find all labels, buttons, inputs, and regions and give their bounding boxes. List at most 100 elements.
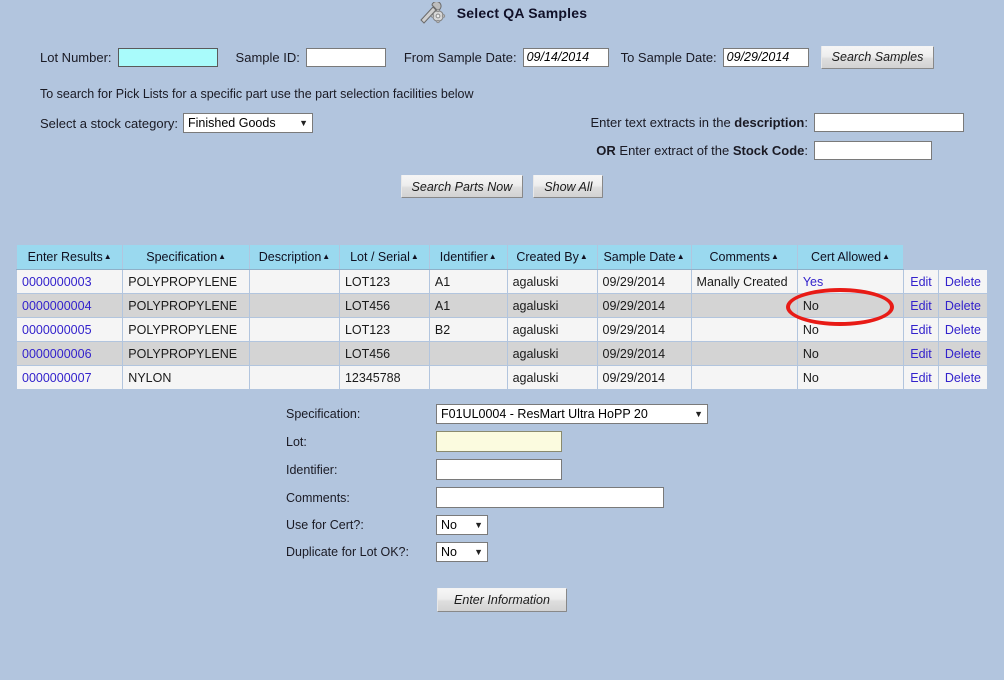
enter-results-link[interactable]: 0000000003 bbox=[22, 275, 92, 289]
edit-link[interactable]: Edit bbox=[910, 323, 932, 337]
form-row-duplicate-for-lot: Duplicate for Lot OK?: No ▼ bbox=[286, 542, 1004, 562]
cell-enter-results[interactable]: 0000000005 bbox=[17, 318, 123, 342]
cell-enter-results[interactable]: 0000000007 bbox=[17, 366, 123, 390]
cell-edit[interactable]: Edit bbox=[904, 294, 939, 318]
cell-identifier: A1 bbox=[429, 294, 507, 318]
cell-specification: POLYPROPYLENE bbox=[123, 342, 250, 366]
cell-delete[interactable]: Delete bbox=[938, 294, 987, 318]
stock-category-select[interactable]: Finished Goods ▼ bbox=[183, 113, 313, 133]
from-sample-date-input[interactable] bbox=[523, 48, 609, 67]
cell-comments bbox=[691, 294, 797, 318]
cell-sample-date: 09/29/2014 bbox=[597, 294, 691, 318]
edit-link[interactable]: Edit bbox=[910, 299, 932, 313]
enter-information-button[interactable]: Enter Information bbox=[437, 588, 567, 612]
column-header-created-by[interactable]: Created By▲ bbox=[507, 245, 597, 270]
identifier-label: Identifier: bbox=[286, 463, 436, 477]
duplicate-for-lot-select[interactable]: No ▼ bbox=[436, 542, 488, 562]
cert-allowed-link[interactable]: Yes bbox=[803, 275, 823, 289]
column-header-enter-results[interactable]: Enter Results▲ bbox=[17, 245, 123, 270]
cell-edit[interactable]: Edit bbox=[904, 318, 939, 342]
sort-asc-icon: ▲ bbox=[580, 252, 588, 261]
cell-edit[interactable]: Edit bbox=[904, 342, 939, 366]
enter-results-link[interactable]: 0000000006 bbox=[22, 347, 92, 361]
cell-comments bbox=[691, 342, 797, 366]
search-parts-now-button[interactable]: Search Parts Now bbox=[401, 175, 524, 198]
cell-delete[interactable]: Delete bbox=[938, 366, 987, 390]
cell-specification: POLYPROPYLENE bbox=[123, 270, 250, 294]
cell-description bbox=[250, 294, 340, 318]
cell-edit[interactable]: Edit bbox=[904, 270, 939, 294]
description-extract-input[interactable] bbox=[814, 113, 964, 132]
column-header-sample-date[interactable]: Sample Date▲ bbox=[597, 245, 691, 270]
stock-category-value: Finished Goods bbox=[188, 116, 276, 130]
cell-description bbox=[250, 342, 340, 366]
sort-asc-icon: ▲ bbox=[218, 252, 226, 261]
column-header-delete-spacer bbox=[938, 245, 987, 270]
lot-number-input[interactable] bbox=[118, 48, 218, 67]
use-for-cert-label: Use for Cert?: bbox=[286, 518, 436, 532]
cell-enter-results[interactable]: 0000000004 bbox=[17, 294, 123, 318]
form-row-identifier: Identifier: bbox=[286, 459, 1004, 480]
cell-created-by: agaluski bbox=[507, 318, 597, 342]
cell-delete[interactable]: Delete bbox=[938, 318, 987, 342]
cell-lot-serial: LOT123 bbox=[339, 270, 429, 294]
column-header-description[interactable]: Description▲ bbox=[250, 245, 340, 270]
delete-link[interactable]: Delete bbox=[945, 299, 981, 313]
column-header-comments[interactable]: Comments▲ bbox=[691, 245, 797, 270]
cell-cert-allowed[interactable]: Yes bbox=[797, 270, 903, 294]
search-samples-button[interactable]: Search Samples bbox=[821, 46, 935, 69]
comments-input[interactable] bbox=[436, 487, 664, 508]
cell-enter-results[interactable]: 0000000003 bbox=[17, 270, 123, 294]
cell-created-by: agaluski bbox=[507, 294, 597, 318]
cell-edit[interactable]: Edit bbox=[904, 366, 939, 390]
specification-select[interactable]: F01UL0004 - ResMart Ultra HoPP 20 ▼ bbox=[436, 404, 708, 424]
table-row: 0000000005 POLYPROPYLENE LOT123 B2 agalu… bbox=[17, 318, 988, 342]
specification-label: Specification: bbox=[286, 407, 436, 421]
cell-comments: Manally Created bbox=[691, 270, 797, 294]
stock-code-extract-input[interactable] bbox=[814, 141, 932, 160]
edit-link[interactable]: Edit bbox=[910, 275, 932, 289]
column-header-specification[interactable]: Specification▲ bbox=[123, 245, 250, 270]
to-sample-date-label: To Sample Date: bbox=[621, 50, 717, 65]
extract-fields: Enter text extracts in the description: … bbox=[591, 113, 965, 160]
form-row-lot: Lot: bbox=[286, 431, 1004, 452]
identifier-input[interactable] bbox=[436, 459, 562, 480]
edit-link[interactable]: Edit bbox=[910, 347, 932, 361]
use-for-cert-select[interactable]: No ▼ bbox=[436, 515, 488, 535]
form-row-comments: Comments: bbox=[286, 487, 1004, 508]
cell-comments bbox=[691, 318, 797, 342]
to-sample-date-input[interactable] bbox=[723, 48, 809, 67]
delete-link[interactable]: Delete bbox=[945, 275, 981, 289]
sample-id-input[interactable] bbox=[306, 48, 386, 67]
sort-asc-icon: ▲ bbox=[489, 252, 497, 261]
chevron-down-icon: ▼ bbox=[686, 410, 703, 419]
cell-delete[interactable]: Delete bbox=[938, 270, 987, 294]
lot-number-label: Lot Number: bbox=[40, 50, 112, 65]
table-row: 0000000003 POLYPROPYLENE LOT123 A1 agalu… bbox=[17, 270, 988, 294]
delete-link[interactable]: Delete bbox=[945, 347, 981, 361]
column-header-lot-serial[interactable]: Lot / Serial▲ bbox=[339, 245, 429, 270]
enter-results-link[interactable]: 0000000007 bbox=[22, 371, 92, 385]
column-header-cert-allowed[interactable]: Cert Allowed▲ bbox=[797, 245, 903, 270]
delete-link[interactable]: Delete bbox=[945, 323, 981, 337]
sample-id-label: Sample ID: bbox=[236, 50, 300, 65]
page-header: Select QA Samples bbox=[0, 0, 1004, 24]
lot-input[interactable] bbox=[436, 431, 562, 452]
enter-results-link[interactable]: 0000000004 bbox=[22, 299, 92, 313]
show-all-button[interactable]: Show All bbox=[533, 175, 603, 198]
column-header-edit-spacer bbox=[904, 245, 939, 270]
enter-results-link[interactable]: 0000000005 bbox=[22, 323, 92, 337]
cell-identifier: B2 bbox=[429, 318, 507, 342]
form-row-use-for-cert: Use for Cert?: No ▼ bbox=[286, 515, 1004, 535]
column-header-identifier[interactable]: Identifier▲ bbox=[429, 245, 507, 270]
sort-asc-icon: ▲ bbox=[411, 252, 419, 261]
edit-link[interactable]: Edit bbox=[910, 371, 932, 385]
cell-enter-results[interactable]: 0000000006 bbox=[17, 342, 123, 366]
cell-sample-date: 09/29/2014 bbox=[597, 366, 691, 390]
delete-link[interactable]: Delete bbox=[945, 371, 981, 385]
from-sample-date-label: From Sample Date: bbox=[404, 50, 517, 65]
cell-cert-allowed: No bbox=[797, 342, 903, 366]
cell-delete[interactable]: Delete bbox=[938, 342, 987, 366]
chevron-down-icon: ▼ bbox=[466, 548, 483, 557]
cell-sample-date: 09/29/2014 bbox=[597, 342, 691, 366]
